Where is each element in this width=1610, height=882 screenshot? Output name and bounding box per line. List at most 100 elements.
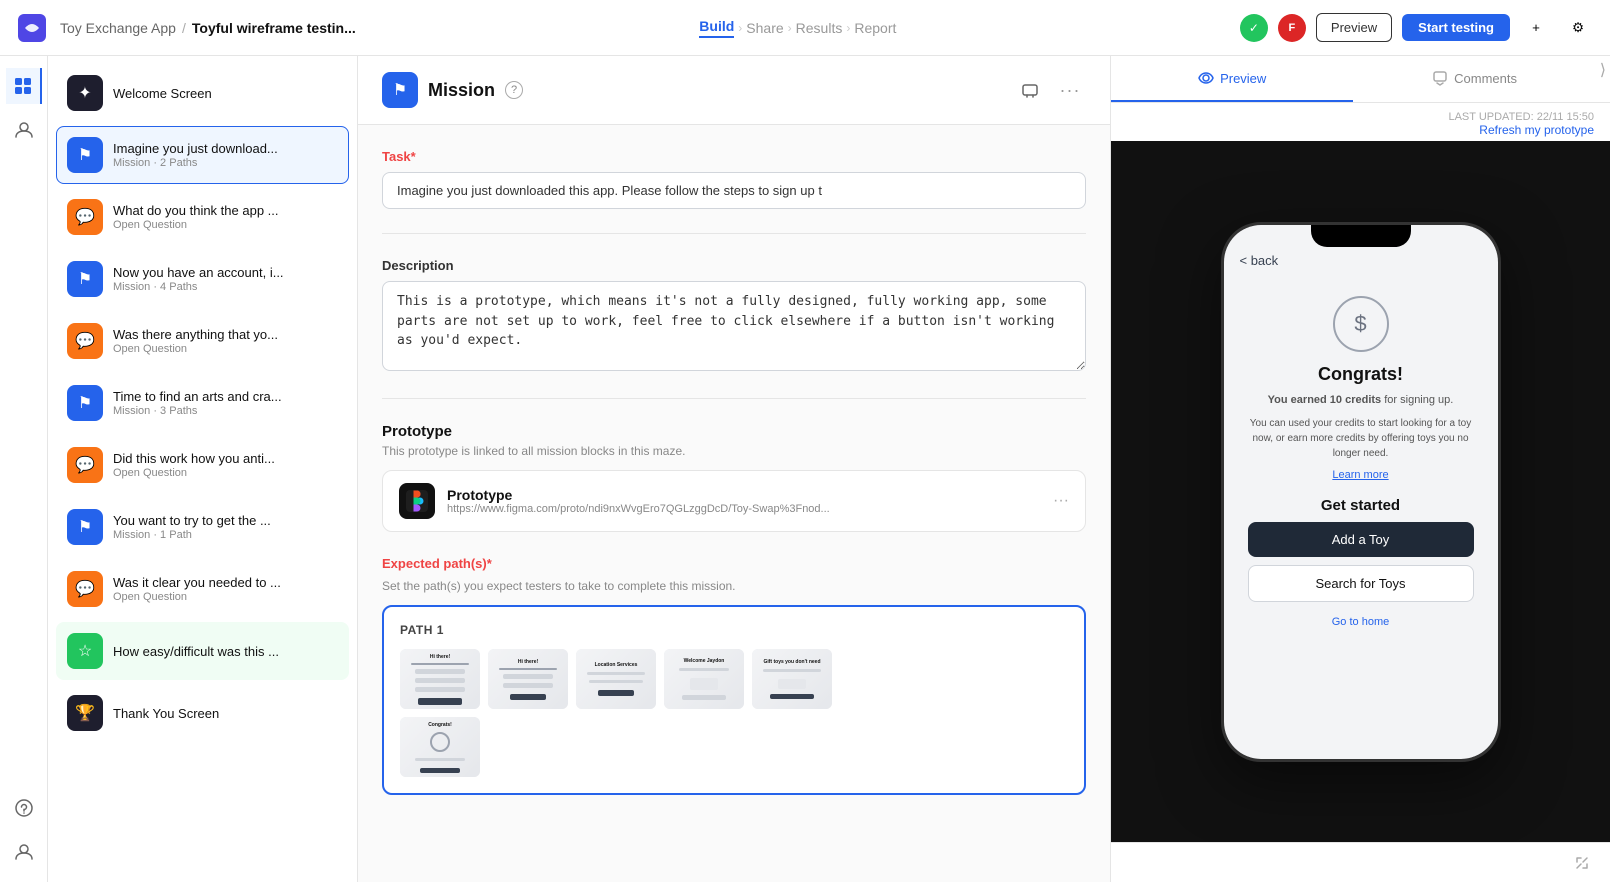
sidebar-item-openq3[interactable]: 💬 Did this work how you anti... Open Que… xyxy=(56,436,349,494)
phone-dollar-icon: $ xyxy=(1333,296,1389,352)
project-name[interactable]: Toy Exchange App xyxy=(60,20,176,36)
nav-share[interactable]: Share xyxy=(746,20,783,36)
task-input[interactable] xyxy=(382,172,1086,209)
path-screen-5[interactable]: Gift toys you don't need xyxy=(752,649,832,709)
prototype-figma-icon xyxy=(399,483,435,519)
openq1-title: What do you think the app ... xyxy=(113,203,338,218)
comment-icon xyxy=(1432,70,1448,86)
task-label: Task* xyxy=(382,149,1086,164)
thankyou-title: Thank You Screen xyxy=(113,706,338,721)
phone-search-toys-button[interactable]: Search for Toys xyxy=(1248,565,1474,602)
path-screen-1[interactable]: Hi there! xyxy=(400,649,480,709)
more-options-button[interactable]: ··· xyxy=(1054,74,1086,106)
iconbar-help[interactable] xyxy=(6,790,42,826)
main-content: ⚑ Mission ? ··· Task* xyxy=(358,56,1110,882)
openq3-title: Did this work how you anti... xyxy=(113,451,338,466)
phone-frame: < back $ Congrats! You earned 10 credits… xyxy=(1221,222,1501,762)
screen-view-button[interactable] xyxy=(1014,74,1046,106)
prototype-section-sub: This prototype is linked to all mission … xyxy=(382,444,1086,458)
thankyou-icon: 🏆 xyxy=(67,695,103,731)
gear-icon: ⚙ xyxy=(1572,20,1584,36)
iconbar-grid[interactable] xyxy=(6,68,42,104)
nav-results[interactable]: Results xyxy=(796,20,843,36)
phone-congrats-title: Congrats! xyxy=(1318,364,1403,385)
nav-steps: Build › Share › Results › Report xyxy=(368,18,1228,38)
page-name[interactable]: Toyful wireframe testin... xyxy=(192,20,356,36)
ellipsis-icon: ··· xyxy=(1060,80,1081,101)
welcome-screen-icon: ✦ xyxy=(67,75,103,111)
preview-body: < back $ Congrats! You earned 10 credits… xyxy=(1111,141,1610,842)
status-check-icon: ✓ xyxy=(1240,14,1268,42)
prototype-card[interactable]: Prototype https://www.figma.com/proto/nd… xyxy=(382,470,1086,532)
welcome-screen-title: Welcome Screen xyxy=(113,86,338,101)
app-logo[interactable] xyxy=(16,12,48,44)
nav-build[interactable]: Build xyxy=(699,18,734,38)
topnav-actions: ✓ F Preview Start testing + ⚙ xyxy=(1240,12,1594,44)
sidebar-item-mission4[interactable]: ⚑ You want to try to get the ... Mission… xyxy=(56,498,349,556)
nav-arrow-3: › xyxy=(846,21,850,35)
preview-expand-button[interactable] xyxy=(1566,847,1598,879)
expected-paths-label: Expected path(s)* xyxy=(382,556,1086,571)
add-button[interactable]: + xyxy=(1520,12,1552,44)
prototype-card-name: Prototype xyxy=(447,487,1041,503)
mission4-title: You want to try to get the ... xyxy=(113,513,338,528)
mission3-icon: ⚑ xyxy=(67,385,103,421)
phone-go-home-link[interactable]: Go to home xyxy=(1332,616,1389,628)
sidebar-item-welcome[interactable]: ✦ Welcome Screen xyxy=(56,64,349,122)
preview-button[interactable]: Preview xyxy=(1316,13,1392,42)
main-layout: ✦ Welcome Screen ⚑ Imagine you just down… xyxy=(0,56,1610,882)
mission3-title: Time to find an arts and cra... xyxy=(113,389,338,404)
path-screen-2[interactable]: Hi there! xyxy=(488,649,568,709)
description-textarea[interactable]: This is a prototype, which means it's no… xyxy=(382,281,1086,371)
mission-block-title: Mission xyxy=(428,80,495,101)
sidebar-item-mission2[interactable]: ⚑ Now you have an account, i... Mission … xyxy=(56,250,349,308)
mission-block-icon: ⚑ xyxy=(382,72,418,108)
tab-preview[interactable]: Preview xyxy=(1111,56,1353,102)
prototype-more-button[interactable]: ··· xyxy=(1053,492,1069,510)
refresh-prototype-link[interactable]: Refresh my prototype xyxy=(1127,123,1594,137)
openq4-title: Was it clear you needed to ... xyxy=(113,575,338,590)
preview-panel: Preview Comments ⟩ LAST UPDATED: 22/11 1… xyxy=(1110,56,1610,882)
sidebar-item-thankyou[interactable]: 🏆 Thank You Screen xyxy=(56,684,349,742)
breadcrumb-separator: / xyxy=(182,20,186,36)
prototype-section-title: Prototype xyxy=(382,423,1086,440)
path1-screens-row2: Congrats! xyxy=(400,717,1068,777)
mission1-title: Imagine you just download... xyxy=(113,141,338,156)
tab-comments[interactable]: Comments xyxy=(1353,56,1595,102)
path1-box: PATH 1 Hi there! xyxy=(382,605,1086,795)
start-testing-button[interactable]: Start testing xyxy=(1402,14,1510,41)
iconbar-users[interactable] xyxy=(6,112,42,148)
phone-learn-more-link[interactable]: Learn more xyxy=(1332,469,1388,481)
path-screen-3[interactable]: Location Services xyxy=(576,649,656,709)
settings-button[interactable]: ⚙ xyxy=(1562,12,1594,44)
rating-title: How easy/difficult was this ... xyxy=(113,644,338,659)
mission-help-icon[interactable]: ? xyxy=(505,81,523,99)
preview-header-bar: LAST UPDATED: 22/11 15:50 Refresh my pro… xyxy=(1111,103,1610,141)
preview-bottom-bar xyxy=(1111,842,1610,882)
path1-screens: Hi there! Hi there! xyxy=(400,649,1068,709)
iconbar-user[interactable] xyxy=(6,834,42,870)
mission2-title: Now you have an account, i... xyxy=(113,265,338,280)
phone-content: $ Congrats! You earned 10 credits for si… xyxy=(1224,276,1498,759)
eye-icon xyxy=(1198,70,1214,86)
sidebar-item-openq1[interactable]: 💬 What do you think the app ... Open Que… xyxy=(56,188,349,246)
sidebar-item-openq4[interactable]: 💬 Was it clear you needed to ... Open Qu… xyxy=(56,560,349,618)
openq1-icon: 💬 xyxy=(67,199,103,235)
expected-paths-section: Expected path(s)* Set the path(s) you ex… xyxy=(382,556,1086,795)
sidebar-item-mission1[interactable]: ⚑ Imagine you just download... Mission ·… xyxy=(56,126,349,184)
sidebar-item-rating[interactable]: ☆ How easy/difficult was this ... xyxy=(56,622,349,680)
path-screen-6[interactable]: Congrats! xyxy=(400,717,480,777)
preview-panel-close[interactable]: ⟩ xyxy=(1596,56,1610,102)
phone-add-toy-button[interactable]: Add a Toy xyxy=(1248,522,1474,557)
divider-1 xyxy=(382,233,1086,234)
sidebar-item-openq2[interactable]: 💬 Was there anything that yo... Open Que… xyxy=(56,312,349,370)
sidebar-item-mission3[interactable]: ⚑ Time to find an arts and cra... Missio… xyxy=(56,374,349,432)
openq4-icon: 💬 xyxy=(67,571,103,607)
rating-icon: ☆ xyxy=(67,633,103,669)
path-screen-4[interactable]: Welcome Jaydon xyxy=(664,649,744,709)
nav-report[interactable]: Report xyxy=(854,20,896,36)
breadcrumb: Toy Exchange App / Toyful wireframe test… xyxy=(60,20,356,36)
top-navigation: Toy Exchange App / Toyful wireframe test… xyxy=(0,0,1610,56)
user-avatar[interactable]: F xyxy=(1278,14,1306,42)
content-header: ⚑ Mission ? ··· xyxy=(358,56,1110,125)
